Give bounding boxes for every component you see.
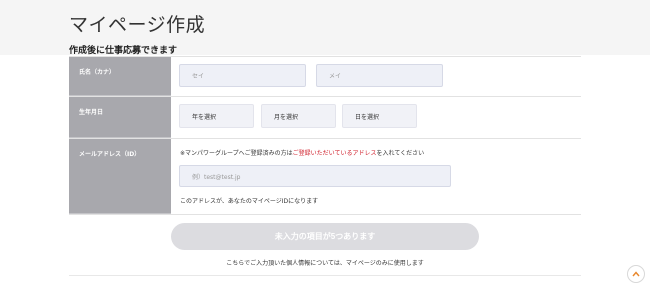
mei-input[interactable]: メイ [316, 64, 443, 87]
year-select[interactable]: 年を選択 [179, 104, 254, 128]
email-note-suffix: を入れてください [376, 150, 425, 157]
birthdate-label: 生年月日 [69, 97, 171, 138]
scroll-top-button[interactable] [627, 265, 645, 283]
email-note-highlight: ご登録いただいているアドレス [292, 150, 377, 157]
day-select[interactable]: 日を選択 [342, 104, 417, 128]
month-select[interactable]: 月を選択 [261, 104, 336, 128]
email-note-prefix: ※マンパワーグループへご登録済みの方は [180, 150, 293, 157]
name-label: 氏名（カナ） [69, 57, 171, 96]
email-note: ※マンパワーグループへご登録済みの方はご登録いただいているアドレスを入れてくださ… [180, 148, 424, 157]
email-label: メールアドレス（ID） [69, 139, 171, 214]
email-hint: このアドレスが、あなたのマイページIDになります [180, 198, 319, 205]
email-input[interactable]: 例）test@test.jp [179, 165, 451, 187]
page-title: マイページ作成 [69, 14, 206, 36]
divider [69, 275, 581, 276]
submit-button[interactable]: 未入力の項目が5つあります [171, 223, 479, 250]
privacy-note: こちらでご入力頂いた個人情報については、マイページのみに使用します [226, 260, 424, 267]
chevron-up-icon [632, 271, 640, 277]
page-subtitle: 作成後に仕事応募できます [69, 46, 178, 56]
sei-input[interactable]: セイ [179, 64, 306, 87]
